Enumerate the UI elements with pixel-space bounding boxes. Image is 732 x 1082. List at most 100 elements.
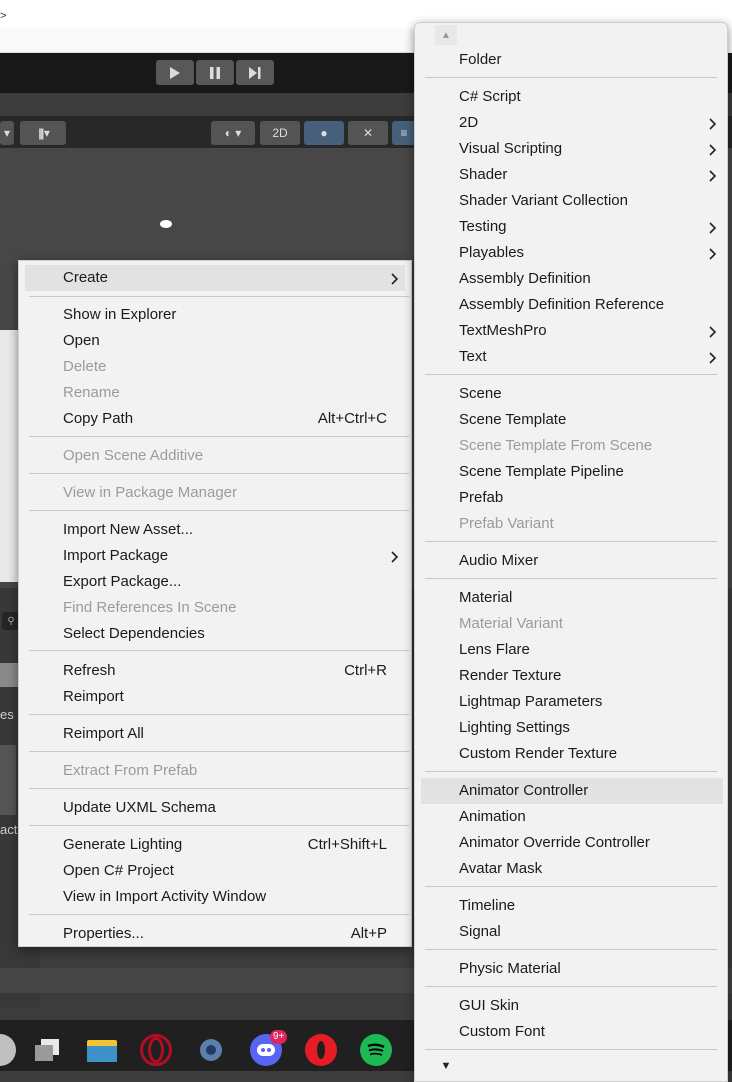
create-submenu-item-lightmap-parameters[interactable]: Lightmap Parameters bbox=[421, 689, 723, 715]
create-submenu-item-assembly-definition-reference[interactable]: Assembly Definition Reference bbox=[421, 292, 723, 318]
context-menu-item-label: Copy Path bbox=[63, 410, 134, 427]
layers-icon: ≡ bbox=[400, 126, 408, 140]
create-submenu-item-render-texture[interactable]: Render Texture bbox=[421, 663, 723, 689]
context-menu-item-generate-lighting[interactable]: Generate Lighting Ctrl+Shift+L bbox=[25, 832, 405, 858]
create-submenu-item-playables[interactable]: Playables bbox=[421, 240, 723, 266]
create-submenu-item-shader[interactable]: Shader bbox=[421, 162, 723, 188]
context-menu-item-export-package[interactable]: Export Package... bbox=[25, 569, 405, 595]
create-submenu-item-label: Playables bbox=[459, 244, 525, 261]
toggle-2d-button[interactable]: 2D bbox=[260, 121, 300, 145]
context-menu-item-update-uxml-schema[interactable]: Update UXML Schema bbox=[25, 795, 405, 821]
context-menu-item-view-in-import-activity-window[interactable]: View in Import Activity Window bbox=[25, 884, 405, 910]
menu-separator bbox=[425, 771, 717, 772]
create-submenu-item-avatar-mask[interactable]: Avatar Mask bbox=[421, 856, 723, 882]
create-submenu-item-animator-controller[interactable]: Animator Controller bbox=[421, 778, 723, 804]
context-menu-item-import-new-asset[interactable]: Import New Asset... bbox=[25, 517, 405, 543]
settings-icon[interactable] bbox=[195, 1034, 227, 1066]
task-view-icon[interactable] bbox=[31, 1034, 63, 1066]
context-menu-item-refresh[interactable]: Refresh Ctrl+R bbox=[25, 658, 405, 684]
create-submenu-item-folder[interactable]: Folder bbox=[421, 47, 723, 73]
chevron-right-icon bbox=[709, 344, 717, 370]
toggle-2d-label: 2D bbox=[272, 126, 288, 140]
create-submenu-item-scene[interactable]: Scene bbox=[421, 381, 723, 407]
context-menu-item-reimport[interactable]: Reimport bbox=[25, 684, 405, 710]
draw-mode-dropdown[interactable]: ◐ ▾ bbox=[211, 121, 255, 145]
effects-toggle-button[interactable]: ≡ bbox=[392, 121, 416, 145]
create-submenu-item-label: Audio Mixer bbox=[459, 552, 539, 569]
create-submenu-item-signal[interactable]: Signal bbox=[421, 919, 723, 945]
menu-separator bbox=[29, 296, 409, 297]
context-menu-item-label: Properties... bbox=[63, 925, 144, 942]
shading-dropdown[interactable]: ▾ bbox=[0, 121, 14, 145]
context-menu-item-shortcut: Alt+P bbox=[350, 925, 387, 942]
spotify-icon[interactable] bbox=[360, 1034, 392, 1066]
create-submenu-item-custom-font[interactable]: Custom Font bbox=[421, 1019, 723, 1045]
context-menu-item-open[interactable]: Open bbox=[25, 328, 405, 354]
context-menu-item-label: Find References In Scene bbox=[63, 599, 237, 616]
menu-separator bbox=[425, 578, 717, 579]
create-submenu-item-textmeshpro[interactable]: TextMeshPro bbox=[421, 318, 723, 344]
create-submenu-item-scene-template[interactable]: Scene Template bbox=[421, 407, 723, 433]
create-submenu-item-timeline[interactable]: Timeline bbox=[421, 893, 723, 919]
context-menu-item-show-in-explorer[interactable]: Show in Explorer bbox=[25, 302, 405, 328]
context-menu-item-extract-from-prefab: Extract From Prefab bbox=[25, 758, 405, 784]
create-submenu-item-animator-override-controller[interactable]: Animator Override Controller bbox=[421, 830, 723, 856]
audio-toggle-button[interactable]: ✕ bbox=[348, 121, 388, 145]
create-submenu-item-label: Animator Override Controller bbox=[459, 834, 650, 851]
opera-gx-icon[interactable] bbox=[140, 1034, 172, 1066]
create-submenu-item-audio-mixer[interactable]: Audio Mixer bbox=[421, 548, 723, 574]
lighting-toggle-button[interactable]: ● bbox=[304, 121, 344, 145]
selected-folder-row[interactable] bbox=[0, 663, 18, 687]
create-submenu-item-2d[interactable]: 2D bbox=[421, 110, 723, 136]
context-menu-item-import-package[interactable]: Import Package bbox=[25, 543, 405, 569]
scroll-down-arrow-icon[interactable]: ▼ bbox=[435, 1057, 457, 1075]
create-submenu-item-custom-render-texture[interactable]: Custom Render Texture bbox=[421, 741, 723, 767]
audio-gizmo-dropdown[interactable]: |||| ▾ bbox=[20, 121, 66, 145]
create-submenu-item-label: Animation bbox=[459, 808, 526, 825]
context-menu-item-properties[interactable]: Properties... Alt+P bbox=[25, 921, 405, 947]
create-submenu-item-testing[interactable]: Testing bbox=[421, 214, 723, 240]
context-menu-item-open-c-project[interactable]: Open C# Project bbox=[25, 858, 405, 884]
context-menu-item-label: Import Package bbox=[63, 547, 169, 564]
context-menu-item-shortcut: Ctrl+Shift+L bbox=[307, 836, 387, 853]
menu-separator bbox=[29, 473, 409, 474]
create-submenu-item-visual-scripting[interactable]: Visual Scripting bbox=[421, 136, 723, 162]
scroll-up-arrow-icon[interactable]: ▲ bbox=[435, 25, 457, 45]
create-submenu-item-physic-material[interactable]: Physic Material bbox=[421, 956, 723, 982]
create-submenu-item-label: Scene Template Pipeline bbox=[459, 463, 624, 480]
context-menu-item-shortcut: Alt+Ctrl+C bbox=[317, 410, 387, 427]
context-menu-item-create[interactable]: Create bbox=[25, 265, 405, 291]
create-submenu-item-label: Material Variant bbox=[459, 615, 563, 632]
context-menu-item-reimport-all[interactable]: Reimport All bbox=[25, 721, 405, 747]
pause-button[interactable] bbox=[196, 60, 234, 85]
file-explorer-icon[interactable] bbox=[86, 1034, 118, 1066]
create-submenu-item-animation[interactable]: Animation bbox=[421, 804, 723, 830]
create-submenu-item-assembly-definition[interactable]: Assembly Definition bbox=[421, 266, 723, 292]
create-submenu-item-text[interactable]: Text bbox=[421, 344, 723, 370]
create-submenu-item-lighting-settings[interactable]: Lighting Settings bbox=[421, 715, 723, 741]
asset-thumbnail[interactable] bbox=[0, 745, 16, 815]
context-menu-item-copy-path[interactable]: Copy Path Alt+Ctrl+C bbox=[25, 406, 405, 432]
play-button[interactable] bbox=[156, 60, 194, 85]
menu-separator bbox=[29, 914, 409, 915]
create-submenu-item-shader-variant-collection[interactable]: Shader Variant Collection bbox=[421, 188, 723, 214]
create-submenu-item-lens-flare[interactable]: Lens Flare bbox=[421, 637, 723, 663]
context-menu-item-label: Delete bbox=[63, 358, 107, 375]
create-submenu-item-c-script[interactable]: C# Script bbox=[421, 84, 723, 110]
create-submenu-item-scene-template-pipeline[interactable]: Scene Template Pipeline bbox=[421, 459, 723, 485]
opera-icon[interactable] bbox=[305, 1034, 337, 1066]
window-edge-icon: ˃ bbox=[0, 10, 7, 22]
create-submenu-item-scene-template-from-scene: Scene Template From Scene bbox=[421, 433, 723, 459]
create-submenu-item-material-variant: Material Variant bbox=[421, 611, 723, 637]
create-submenu-item-material[interactable]: Material bbox=[421, 585, 723, 611]
create-submenu-item-prefab[interactable]: Prefab bbox=[421, 485, 723, 511]
assets-context-menu: Create Show in Explorer Open Delete Rename Co… bbox=[18, 260, 412, 947]
create-submenu-item-label: Assembly Definition Reference bbox=[459, 296, 665, 313]
chevron-right-icon bbox=[709, 136, 717, 162]
task-view-glyph bbox=[35, 1039, 59, 1061]
step-button[interactable] bbox=[236, 60, 274, 85]
create-submenu-item-gui-skin[interactable]: GUI Skin bbox=[421, 993, 723, 1019]
context-menu-item-select-dependencies[interactable]: Select Dependencies bbox=[25, 621, 405, 647]
lightbulb-icon: ● bbox=[320, 126, 328, 140]
spotify-glyph bbox=[367, 1043, 385, 1056]
